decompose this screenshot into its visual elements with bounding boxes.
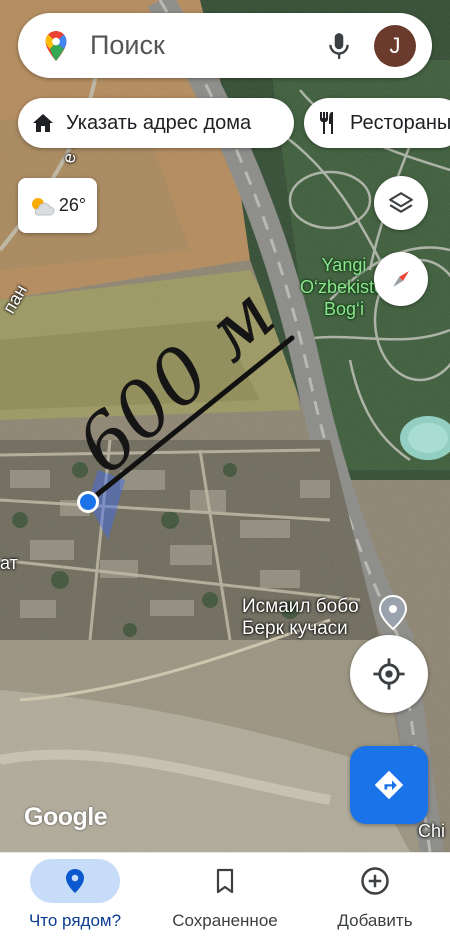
account-avatar[interactable]: J	[374, 24, 416, 67]
chip-home-label: Указать адрес дома	[66, 111, 252, 134]
compass-icon	[393, 271, 409, 287]
google-maps-logo-icon	[45, 30, 67, 61]
search-input[interactable]: Поиск	[90, 30, 326, 61]
tab-saved[interactable]: Сохраненное	[150, 853, 300, 944]
explore-pin-icon	[66, 869, 84, 893]
tab-explore[interactable]: Что рядом?	[0, 853, 150, 944]
park-label-line-3: Bog‘i	[323, 299, 365, 319]
my-location-dot	[80, 494, 96, 510]
directions-button[interactable]	[350, 746, 428, 824]
layers-icon	[389, 192, 413, 213]
map-label-edge-right-bottom: Chi	[418, 821, 446, 841]
search-bar[interactable]: Поиск J	[18, 13, 432, 78]
chip-restaurants-label: Рестораны	[350, 111, 450, 134]
chip-restaurants[interactable]: Рестораны	[304, 98, 450, 148]
microphone-icon[interactable]	[326, 31, 352, 61]
crosshair-icon	[373, 658, 405, 690]
weather-temperature: 26°	[58, 195, 87, 215]
bookmark-icon	[216, 868, 234, 894]
tab-saved-label: Сохраненное	[172, 911, 278, 930]
tab-contribute-indicator	[330, 859, 420, 903]
partly-cloudy-icon	[31, 197, 55, 215]
compass-button[interactable]	[374, 252, 428, 306]
add-circle-icon	[361, 867, 389, 895]
map-label-edge-left-mid: ат	[0, 553, 18, 573]
tab-saved-indicator	[180, 859, 270, 903]
bottom-navigation: Что рядом? Сохраненное Добавить	[0, 852, 450, 944]
weather-badge[interactable]: 26°	[18, 178, 97, 233]
tab-explore-indicator	[30, 859, 120, 903]
chip-home-address[interactable]: Указать адрес дома	[18, 98, 294, 148]
my-location-button[interactable]	[350, 635, 428, 713]
street-label-line-1: Исмаил бобо	[242, 596, 359, 617]
layers-button[interactable]	[374, 176, 428, 230]
tab-explore-label: Что рядом?	[28, 911, 122, 930]
tab-contribute[interactable]: Добавить	[300, 853, 450, 944]
street-label-line-2: Берк кучаси	[242, 618, 348, 639]
tab-contribute-label: Добавить	[337, 911, 413, 930]
directions-icon	[374, 770, 404, 800]
restaurant-icon	[320, 112, 333, 134]
map-label-street: Исмаил бобо Берк кучаси	[242, 596, 359, 640]
home-icon	[33, 114, 53, 132]
google-attribution: Google	[24, 803, 108, 831]
